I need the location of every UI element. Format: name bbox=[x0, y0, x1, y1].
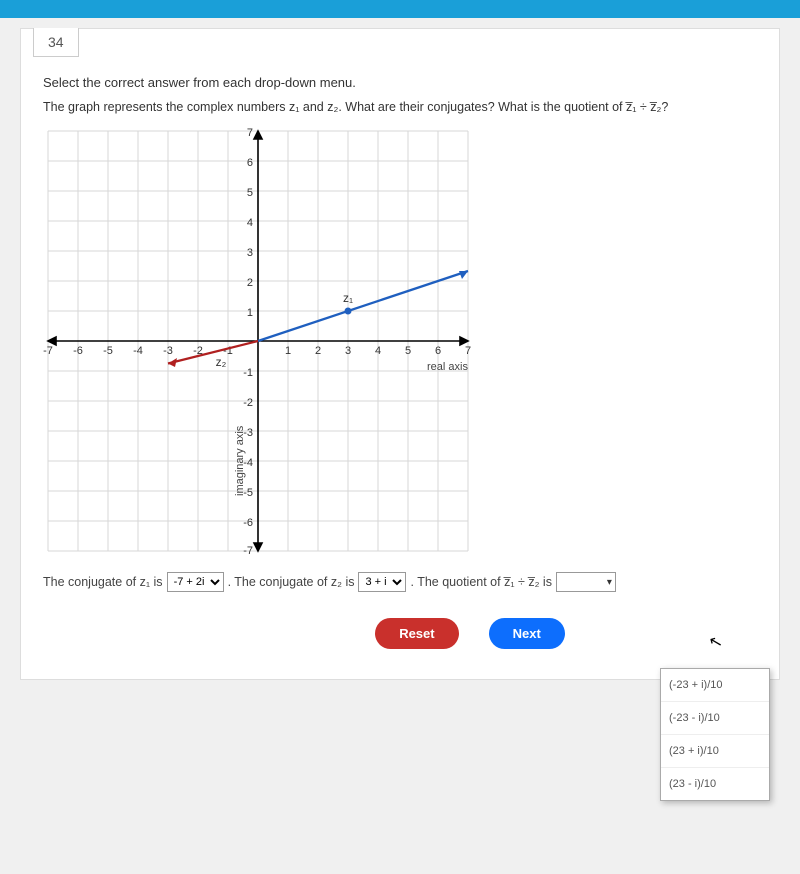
svg-text:-7: -7 bbox=[243, 545, 253, 556]
answer-prefix-1: The conjugate of z₁ is bbox=[43, 575, 163, 589]
svg-text:-6: -6 bbox=[243, 517, 253, 529]
quotient-dropdown-panel: (-23 + i)/10 (-23 - i)/10 (23 + i)/10 (2… bbox=[660, 668, 770, 801]
svg-text:-4: -4 bbox=[133, 345, 143, 357]
chevron-down-icon: ▾ bbox=[607, 577, 612, 588]
next-button[interactable]: Next bbox=[489, 618, 565, 649]
svg-text:4: 4 bbox=[375, 345, 381, 357]
quotient-select[interactable]: ▾ bbox=[556, 572, 616, 592]
z1-label: z₁ bbox=[343, 291, 353, 305]
conjugate-z2-select[interactable]: 3 + i bbox=[358, 572, 406, 592]
svg-text:-2: -2 bbox=[243, 397, 253, 409]
svg-text:2: 2 bbox=[315, 345, 321, 357]
complex-plane-graph: -7-6-5-4-3-2-1 1234567 7654321 -1-2-3-4-… bbox=[43, 126, 473, 556]
conjugate-z1-select[interactable]: -7 + 2i bbox=[167, 572, 224, 592]
svg-text:-6: -6 bbox=[73, 345, 83, 357]
svg-text:7: 7 bbox=[465, 345, 471, 357]
svg-text:5: 5 bbox=[405, 345, 411, 357]
dropdown-option[interactable]: (-23 + i)/10 bbox=[661, 669, 769, 702]
graph-svg: -7-6-5-4-3-2-1 1234567 7654321 -1-2-3-4-… bbox=[43, 126, 473, 556]
instruction-text: Select the correct answer from each drop… bbox=[43, 75, 757, 90]
answer-suffix: . The quotient of z̅₁ ÷ z̅₂ is bbox=[410, 575, 551, 589]
dropdown-option[interactable]: (-23 - i)/10 bbox=[661, 702, 769, 735]
button-row: Reset Next bbox=[183, 618, 757, 649]
question-card: 34 Select the correct answer from each d… bbox=[20, 28, 780, 680]
z2-label: z₂ bbox=[216, 355, 227, 369]
reset-button[interactable]: Reset bbox=[375, 618, 458, 649]
svg-text:3: 3 bbox=[247, 247, 253, 259]
y-axis-label: imaginary axis bbox=[234, 425, 246, 496]
svg-text:5: 5 bbox=[247, 187, 253, 199]
question-number: 34 bbox=[33, 28, 79, 57]
svg-text:-3: -3 bbox=[163, 345, 173, 357]
svg-text:6: 6 bbox=[247, 157, 253, 169]
answer-sentence: The conjugate of z₁ is -7 + 2i . The con… bbox=[43, 572, 757, 592]
svg-text:4: 4 bbox=[247, 217, 253, 229]
svg-text:-7: -7 bbox=[43, 345, 53, 357]
svg-text:2: 2 bbox=[247, 277, 253, 289]
svg-text:-5: -5 bbox=[103, 345, 113, 357]
question-content: Select the correct answer from each drop… bbox=[21, 57, 779, 679]
answer-mid: . The conjugate of z₂ is bbox=[228, 575, 355, 589]
dropdown-option[interactable]: (23 - i)/10 bbox=[661, 768, 769, 800]
svg-text:-1: -1 bbox=[243, 367, 253, 379]
x-axis-label: real axis bbox=[427, 361, 468, 373]
svg-text:6: 6 bbox=[435, 345, 441, 357]
top-accent-bar bbox=[0, 0, 800, 18]
svg-text:1: 1 bbox=[247, 307, 253, 319]
svg-text:7: 7 bbox=[247, 127, 253, 139]
question-text: The graph represents the complex numbers… bbox=[43, 100, 757, 114]
dropdown-option[interactable]: (23 + i)/10 bbox=[661, 735, 769, 768]
svg-text:1: 1 bbox=[285, 345, 291, 357]
svg-text:3: 3 bbox=[345, 345, 351, 357]
